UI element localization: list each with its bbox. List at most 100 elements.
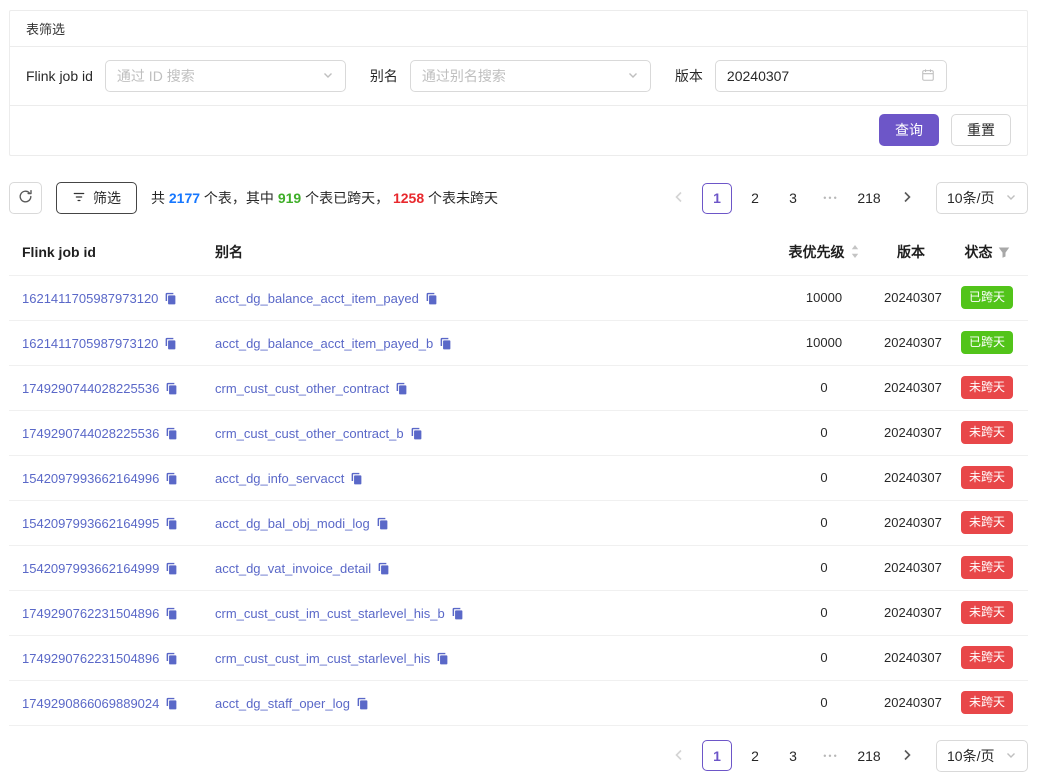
status-badge: 未跨天 xyxy=(961,376,1013,398)
query-button[interactable]: 查询 xyxy=(879,114,939,146)
alias-link[interactable]: acct_dg_bal_obj_modi_log xyxy=(215,516,370,531)
copy-icon[interactable] xyxy=(165,607,178,620)
page-button-2[interactable]: 2 xyxy=(740,183,770,214)
version-cell: 20240307 xyxy=(876,320,946,365)
summary-seg1: 个表，其中 xyxy=(200,190,278,206)
table-body: 1621411705987973120 acct_dg_balance_acct… xyxy=(9,275,1028,725)
copy-icon[interactable] xyxy=(165,562,178,575)
filter-lines-icon xyxy=(72,190,86,207)
page-button-3[interactable]: 3 xyxy=(778,183,808,214)
copy-icon[interactable] xyxy=(165,382,178,395)
summary-prefix: 共 xyxy=(151,190,169,206)
next-page-button[interactable] xyxy=(892,740,922,771)
refresh-button[interactable] xyxy=(9,182,42,214)
flink-job-id-placeholder: 通过 ID 搜索 xyxy=(117,66,195,86)
pagination-top: 1 2 3 ••• 218 xyxy=(664,183,922,214)
job-id-link[interactable]: 1749290762231504896 xyxy=(22,606,159,621)
copy-icon[interactable] xyxy=(356,697,369,710)
col-header-priority[interactable]: 表优先级 xyxy=(772,229,876,275)
job-id-link[interactable]: 1749290762231504896 xyxy=(22,651,159,666)
copy-icon[interactable] xyxy=(165,652,178,665)
job-id-link[interactable]: 1749290744028225536 xyxy=(22,426,159,441)
version-cell: 20240307 xyxy=(876,365,946,410)
copy-icon[interactable] xyxy=(436,652,449,665)
job-id-link[interactable]: 1542097993662164999 xyxy=(22,561,159,576)
chevron-down-icon xyxy=(322,68,334,84)
alias-select[interactable]: 通过别名搜索 xyxy=(410,60,651,92)
page-button-last[interactable]: 218 xyxy=(854,740,884,771)
alias-link[interactable]: acct_dg_vat_invoice_detail xyxy=(215,561,371,576)
filter-fields-row: Flink job id 通过 ID 搜索 别名 通过别名搜索 xyxy=(10,47,1027,106)
status-badge: 已跨天 xyxy=(961,286,1013,308)
copy-icon[interactable] xyxy=(410,427,423,440)
alias-label: 别名 xyxy=(370,66,398,86)
status-badge: 未跨天 xyxy=(961,511,1013,533)
priority-cell: 10000 xyxy=(772,320,876,365)
job-id-link[interactable]: 1749290744028225536 xyxy=(22,381,159,396)
column-filter-icon[interactable] xyxy=(998,246,1010,258)
filter-button[interactable]: 筛选 xyxy=(56,182,137,214)
page-ellipsis[interactable]: ••• xyxy=(816,183,846,214)
data-table: Flink job id 别名 表优先级 版本 状态 1621411705987… xyxy=(9,229,1028,726)
reset-button[interactable]: 重置 xyxy=(951,114,1011,146)
copy-icon[interactable] xyxy=(164,292,177,305)
job-id-link[interactable]: 1621411705987973120 xyxy=(22,291,158,306)
job-id-link[interactable]: 1749290866069889024 xyxy=(22,696,159,711)
copy-icon[interactable] xyxy=(377,562,390,575)
copy-icon[interactable] xyxy=(376,517,389,530)
prev-page-button[interactable] xyxy=(664,183,694,214)
chevron-right-icon xyxy=(902,748,912,764)
flink-job-id-select[interactable]: 通过 ID 搜索 xyxy=(105,60,346,92)
page-button-3[interactable]: 3 xyxy=(778,740,808,771)
table-row: 1749290744028225536 crm_cust_cust_other_… xyxy=(9,365,1028,410)
job-id-link[interactable]: 1621411705987973120 xyxy=(22,336,158,351)
copy-icon[interactable] xyxy=(165,427,178,440)
sorter-icon[interactable] xyxy=(850,243,860,260)
filter-panel-title: 表筛选 xyxy=(10,11,1027,47)
version-date-input[interactable]: 20240307 xyxy=(715,60,947,92)
page-ellipsis[interactable]: ••• xyxy=(816,740,846,771)
priority-cell: 0 xyxy=(772,365,876,410)
status-badge: 已跨天 xyxy=(961,331,1013,353)
copy-icon[interactable] xyxy=(165,517,178,530)
alias-link[interactable]: acct_dg_staff_oper_log xyxy=(215,696,350,711)
job-id-link[interactable]: 1542097993662164996 xyxy=(22,471,159,486)
alias-link[interactable]: crm_cust_cust_im_cust_starlevel_his xyxy=(215,651,430,666)
copy-icon[interactable] xyxy=(451,607,464,620)
priority-cell: 0 xyxy=(772,500,876,545)
next-page-button[interactable] xyxy=(892,183,922,214)
page-button-2[interactable]: 2 xyxy=(740,740,770,771)
copy-icon[interactable] xyxy=(395,382,408,395)
page-size-select[interactable]: 10条/页 xyxy=(936,182,1028,214)
table-row: 1542097993662164999 acct_dg_vat_invoice_… xyxy=(9,545,1028,590)
alias-link[interactable]: crm_cust_cust_other_contract_b xyxy=(215,426,404,441)
page-size-value: 10条/页 xyxy=(947,188,994,208)
alias-link[interactable]: crm_cust_cust_im_cust_starlevel_his_b xyxy=(215,606,445,621)
copy-icon[interactable] xyxy=(350,472,363,485)
alias-link[interactable]: acct_dg_info_servacct xyxy=(215,471,344,486)
copy-icon[interactable] xyxy=(165,472,178,485)
toolbar: 筛选 共 2177 个表，其中 919 个表已跨天， 1258 个表未跨天 1 … xyxy=(9,182,1028,214)
status-badge: 未跨天 xyxy=(961,601,1013,623)
alias-link[interactable]: acct_dg_balance_acct_item_payed_b xyxy=(215,336,433,351)
alias-link[interactable]: acct_dg_balance_acct_item_payed xyxy=(215,291,419,306)
job-id-link[interactable]: 1542097993662164995 xyxy=(22,516,159,531)
copy-icon[interactable] xyxy=(165,697,178,710)
priority-cell: 0 xyxy=(772,545,876,590)
page-button-last[interactable]: 218 xyxy=(854,183,884,214)
alias-link[interactable]: crm_cust_cust_other_contract xyxy=(215,381,389,396)
table-row: 1749290744028225536 crm_cust_cust_other_… xyxy=(9,410,1028,455)
filter-panel: 表筛选 Flink job id 通过 ID 搜索 别名 通过别名搜索 xyxy=(9,10,1028,156)
col-header-status[interactable]: 状态 xyxy=(946,229,1028,275)
status-badge: 未跨天 xyxy=(961,556,1013,578)
table-row: 1542097993662164996 acct_dg_info_servacc… xyxy=(9,455,1028,500)
page-button-1[interactable]: 1 xyxy=(702,740,732,771)
prev-page-button[interactable] xyxy=(664,740,694,771)
version-label: 版本 xyxy=(675,66,703,86)
alias-field: 别名 通过别名搜索 xyxy=(370,60,651,92)
copy-icon[interactable] xyxy=(425,292,438,305)
copy-icon[interactable] xyxy=(164,337,177,350)
copy-icon[interactable] xyxy=(439,337,452,350)
chevron-down-icon xyxy=(1005,190,1017,206)
page-button-1[interactable]: 1 xyxy=(702,183,732,214)
